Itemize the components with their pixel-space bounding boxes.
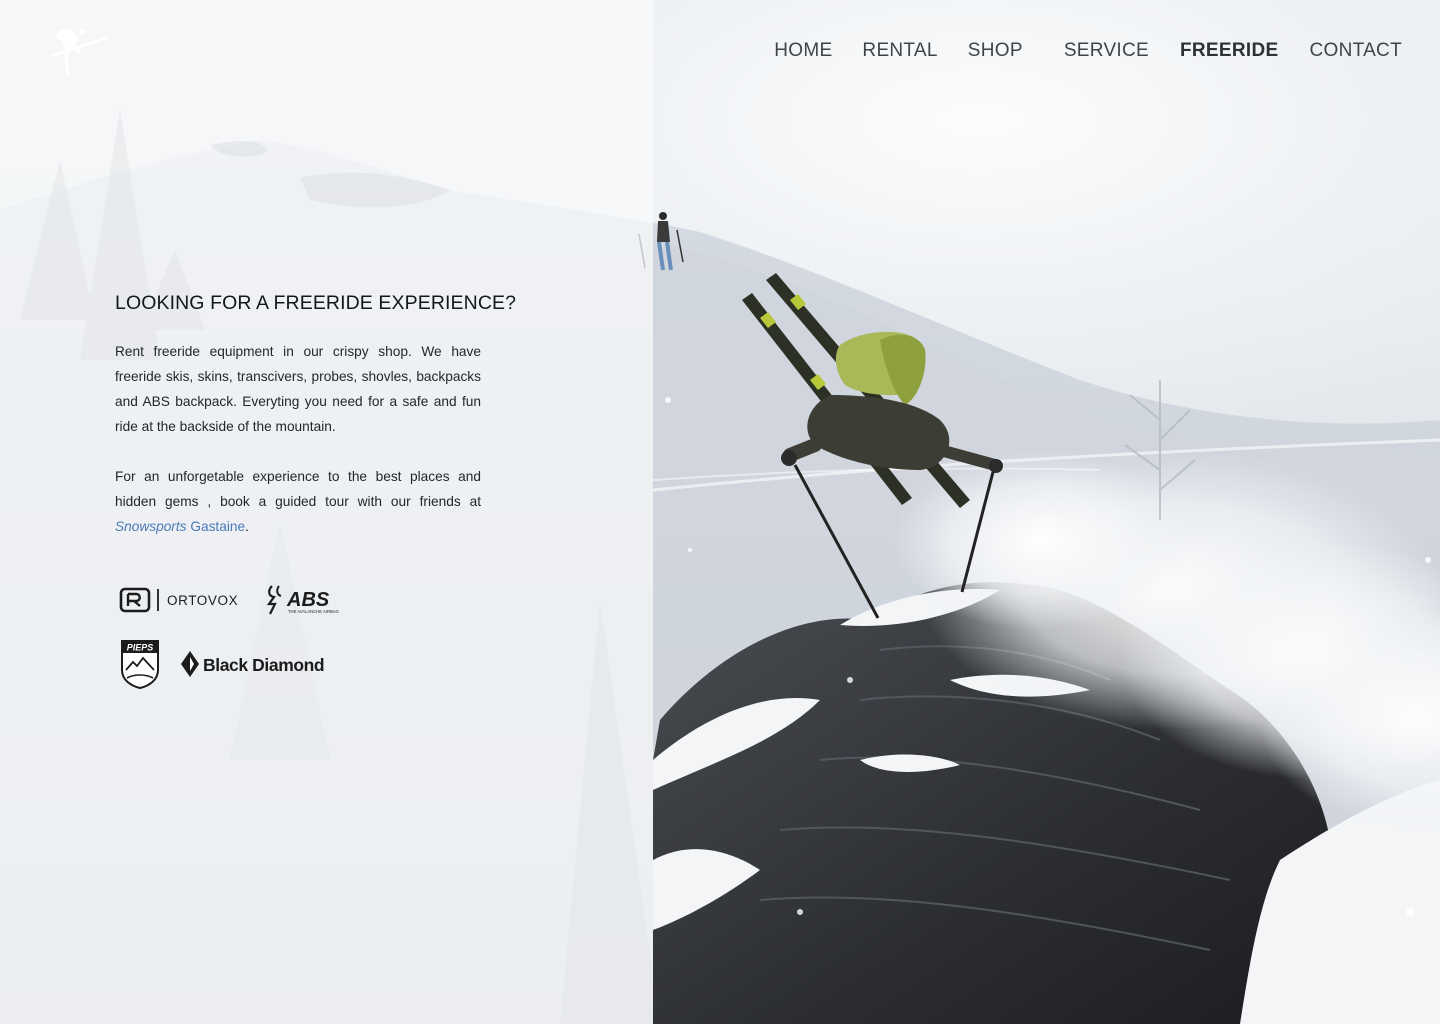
freeride-intro: LOOKING FOR A FREERIDE EXPERIENCE? Rent … xyxy=(115,292,517,564)
nav-rental[interactable]: RENTAL xyxy=(862,40,937,62)
nav-contact[interactable]: CONTACT xyxy=(1309,40,1402,62)
guided-tour-paragraph: For an unforgetable experience to the be… xyxy=(115,469,481,534)
intro-paragraph: Rent freeride equipment in our crispy sh… xyxy=(115,344,481,434)
ortovox-logo[interactable]: ORTOVOX xyxy=(119,586,241,619)
nav-service[interactable]: SERVICE xyxy=(1064,40,1149,62)
svg-text:THE AVALANCHE AIRBAG: THE AVALANCHE AIRBAG xyxy=(288,609,339,614)
pieps-logo[interactable]: PIEPS xyxy=(119,638,161,695)
guided-tour-text: For an unforgetable experience to the be… xyxy=(115,469,481,509)
snowsports-gastaine-link[interactable]: Snowsports Gastaine xyxy=(115,519,245,534)
svg-text:ORTOVOX: ORTOVOX xyxy=(167,593,238,608)
page-title: LOOKING FOR A FREERIDE EXPERIENCE? xyxy=(115,292,517,314)
svg-text:PIEPS: PIEPS xyxy=(127,643,154,653)
abs-logo[interactable]: ABS THE AVALANCHE AIRBAG xyxy=(266,582,346,625)
nav-freeride[interactable]: FREERIDE xyxy=(1180,40,1278,62)
skier-logo-icon[interactable] xyxy=(44,26,110,78)
nav-home[interactable]: HOME xyxy=(774,40,832,62)
black-diamond-logo[interactable]: Black Diamond xyxy=(180,650,340,685)
svg-text:Black Diamond: Black Diamond xyxy=(203,655,324,675)
nav-shop[interactable]: SHOP xyxy=(968,40,1023,62)
main-nav: HOME RENTAL SHOP SERVICE FREERIDE CONTAC… xyxy=(774,40,1402,62)
svg-text:ABS: ABS xyxy=(286,589,330,611)
